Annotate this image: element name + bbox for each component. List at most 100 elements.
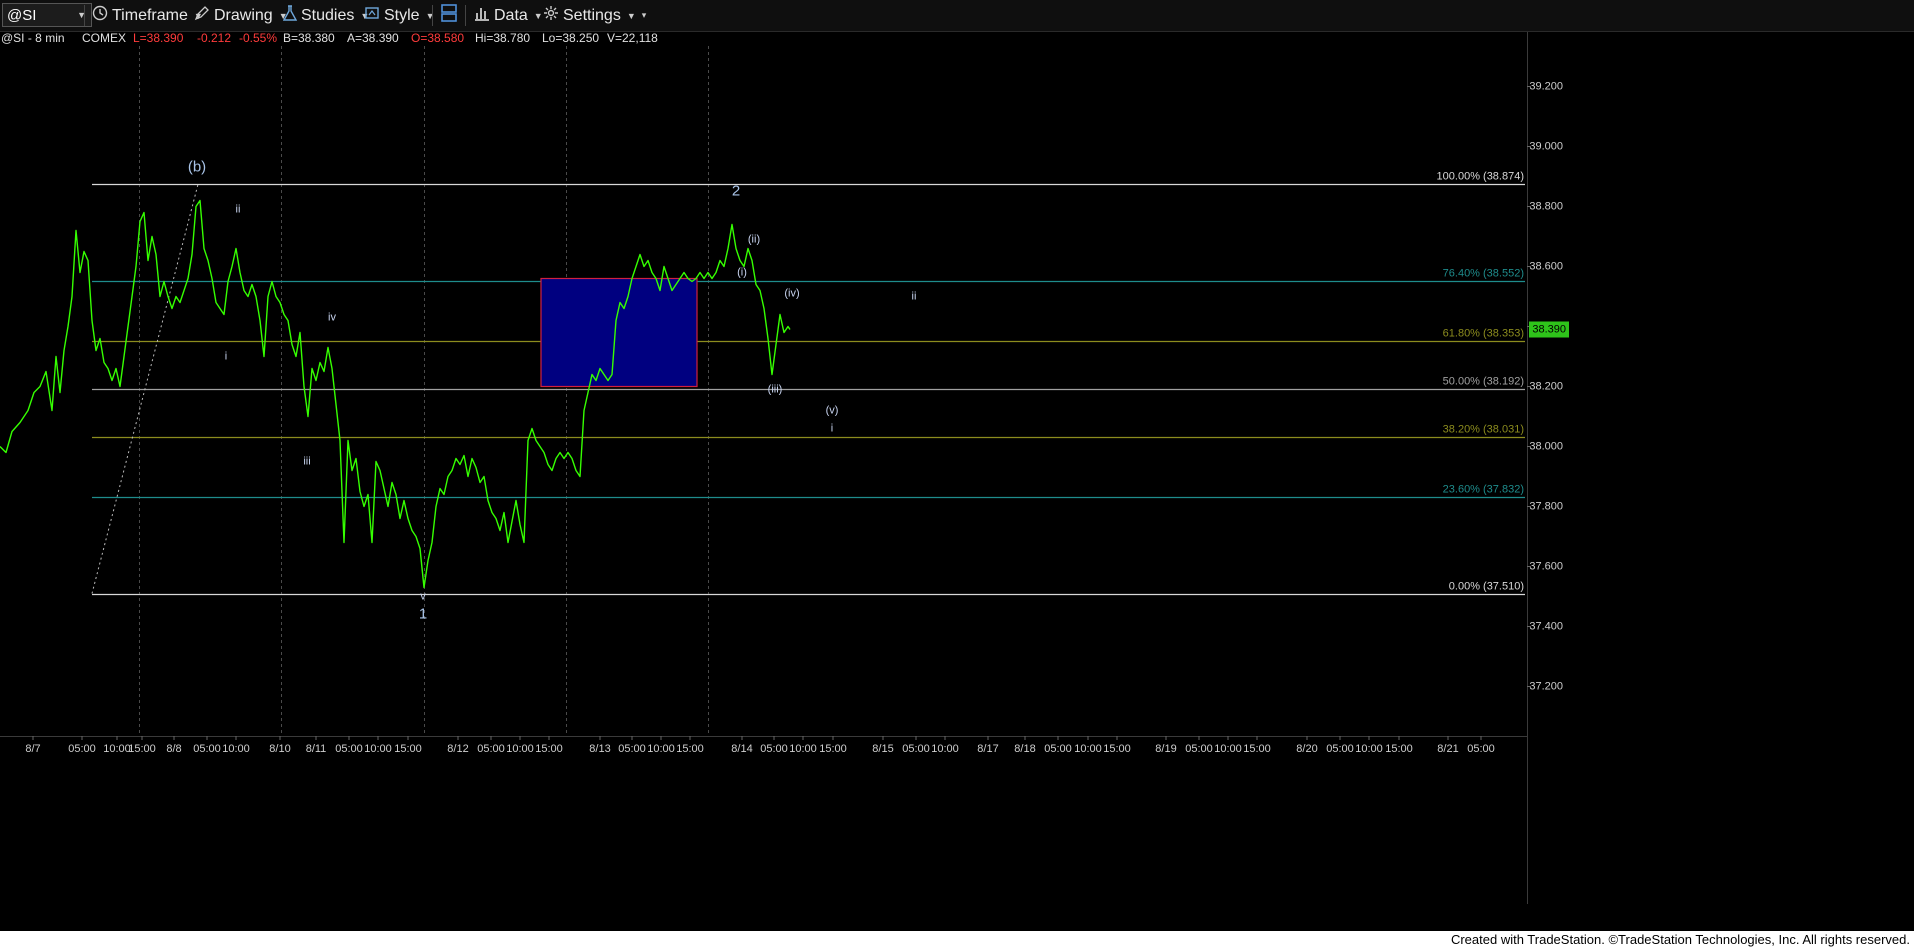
- time-tick-label: 15:00: [1385, 743, 1413, 755]
- style-menu[interactable]: Style ▼: [364, 5, 435, 26]
- time-axis[interactable]: 8/7 05:00 10:0015:00 8/8 05:00 10:00 8/10 8/11 0…: [0, 736, 1527, 755]
- time-tick-label: 10:00: [222, 743, 250, 755]
- price-tick-label: 37.600: [1529, 560, 1563, 572]
- time-tick-label: 8/20: [1296, 743, 1317, 755]
- fib-level-label: 76.40% (38.552): [1443, 267, 1524, 279]
- time-tick-label: 10:00: [789, 743, 817, 755]
- time-tick-label: 10:00: [647, 743, 675, 755]
- time-tick-label: 10:00: [1355, 743, 1383, 755]
- time-tick-label: 8/13: [589, 743, 610, 755]
- price-tick-label: 38.200: [1529, 380, 1563, 392]
- clock-icon: [92, 5, 108, 26]
- time-tick-label: 8/10: [269, 743, 290, 755]
- info-high: Hi=38.780: [475, 32, 530, 45]
- fib-level-label: 100.00% (38.874): [1437, 170, 1524, 182]
- wave-label: ii: [236, 203, 241, 215]
- symbol-info-line: @SI - 8 min COMEX L=38.390 -0.212 -0.55%…: [1, 32, 658, 45]
- wave-labels: (b)iiiiviiiv12(ii)(i)(iv) ii(iii)(v)i: [188, 158, 917, 622]
- price-tick-label: 37.200: [1529, 680, 1563, 692]
- time-tick-label: 8/15: [872, 743, 893, 755]
- fib-level-label: 0.00% (37.510): [1449, 580, 1524, 592]
- time-tick-label: 8/21: [1437, 743, 1458, 755]
- price-chart[interactable]: @SI - 8 min COMEX L=38.390 -0.212 -0.55%…: [0, 32, 1914, 931]
- fib-level-label: 23.60% (37.832): [1443, 483, 1524, 495]
- flask-icon: [282, 5, 298, 26]
- time-tick-label: 8/18: [1014, 743, 1035, 755]
- time-tick-label: 05:00: [68, 743, 96, 755]
- toolbar-divider: [432, 5, 433, 26]
- chevron-down-icon: ▼: [626, 10, 636, 21]
- time-tick-label: 05:00: [902, 743, 930, 755]
- chevron-down-icon: ▼: [533, 10, 543, 21]
- time-tick-label: 05:00: [760, 743, 788, 755]
- fib-level-label: 61.80% (38.353): [1443, 327, 1524, 339]
- time-tick-label: 15:00: [1103, 743, 1131, 755]
- price-line-layer: [0, 199, 791, 589]
- symbol-input[interactable]: @SI ▼: [2, 3, 92, 27]
- price-tick-label: 39.200: [1529, 80, 1563, 92]
- price-tick-label: 38.600: [1529, 260, 1563, 272]
- price-tick-label: 38.000: [1529, 440, 1563, 452]
- layout-icon: [440, 3, 458, 28]
- time-tick-label: 05:00: [1044, 743, 1072, 755]
- price-axis[interactable]: 39.20039.00038.80038.60038.40038.20038.0…: [1527, 32, 1569, 904]
- studies-menu[interactable]: Studies ▼: [282, 5, 369, 26]
- footer-credit: Created with TradeStation. ©TradeStation…: [1450, 932, 1910, 947]
- price-tick-label: 37.800: [1529, 500, 1563, 512]
- info-bid: B=38.380: [283, 32, 335, 45]
- time-tick-label: 05:00: [193, 743, 221, 755]
- time-tick-label: 15:00: [128, 743, 156, 755]
- data-menu[interactable]: Data ▼: [474, 5, 543, 26]
- fib-level-label: 50.00% (38.192): [1443, 375, 1524, 387]
- timeframe-menu[interactable]: Timeframe ▼: [92, 5, 203, 26]
- drawing-label: Drawing: [214, 6, 273, 24]
- wave-label: (iv): [784, 287, 799, 299]
- target-box: [540, 277, 698, 388]
- wave-label: (ii): [748, 233, 760, 245]
- time-tick-label: 05:00: [335, 743, 363, 755]
- time-tick-label: 10:00: [506, 743, 534, 755]
- overflow-chevron-icon: ▾: [641, 10, 647, 20]
- time-tick-label: 15:00: [1243, 743, 1271, 755]
- settings-menu[interactable]: Settings ▼ ▾: [543, 5, 646, 26]
- price-tick-label: 38.800: [1529, 200, 1563, 212]
- time-tick-label: 10:00: [1074, 743, 1102, 755]
- time-tick-label: 8/11: [306, 743, 327, 755]
- wave-label: i: [225, 350, 227, 362]
- gear-icon: [543, 5, 559, 26]
- wave-label: (iii): [768, 383, 783, 395]
- info-open: O=38.580: [411, 32, 464, 45]
- wave-label: (i): [737, 266, 747, 278]
- time-tick-label: 05:00: [1185, 743, 1213, 755]
- price-tick-label: 39.000: [1529, 140, 1563, 152]
- wave-label: ii: [912, 290, 917, 302]
- style-icon: [364, 5, 380, 26]
- time-tick-label: 15:00: [394, 743, 422, 755]
- time-tick-label: 05:00: [477, 743, 505, 755]
- time-tick-label: 8/14: [731, 743, 752, 755]
- info-ask: A=38.390: [347, 32, 399, 45]
- price-line: [0, 199, 791, 589]
- time-tick-label: 8/12: [447, 743, 468, 755]
- wave-label: (v): [826, 404, 839, 416]
- time-tick-label: 8/7: [25, 743, 40, 755]
- time-tick-label: 10:00: [1214, 743, 1242, 755]
- info-exchange: COMEX: [82, 32, 126, 45]
- layout-button[interactable]: [440, 3, 462, 28]
- session-break-lines: [139, 46, 709, 736]
- toolbar-divider: [465, 5, 466, 26]
- info-change: -0.212: [197, 32, 231, 45]
- wave-label: (b): [188, 158, 206, 175]
- fibonacci-levels[interactable]: 100.00% (38.874) 76.40% (38.552) 61.80% (3…: [92, 170, 1525, 596]
- time-tick-label: 15:00: [535, 743, 563, 755]
- time-tick-label: 10:00: [103, 743, 131, 755]
- last-price-label: 38.390: [1532, 323, 1566, 335]
- wave-label: 2: [732, 182, 740, 199]
- style-label: Style: [384, 6, 420, 24]
- time-tick-label: 05:00: [1326, 743, 1354, 755]
- target-box-layer[interactable]: [540, 277, 698, 388]
- toolbar-divider: [84, 5, 85, 26]
- info-symbol: @SI - 8 min: [1, 32, 65, 45]
- drawing-menu[interactable]: Drawing ▼: [194, 5, 288, 26]
- time-tick-label: 10:00: [364, 743, 392, 755]
